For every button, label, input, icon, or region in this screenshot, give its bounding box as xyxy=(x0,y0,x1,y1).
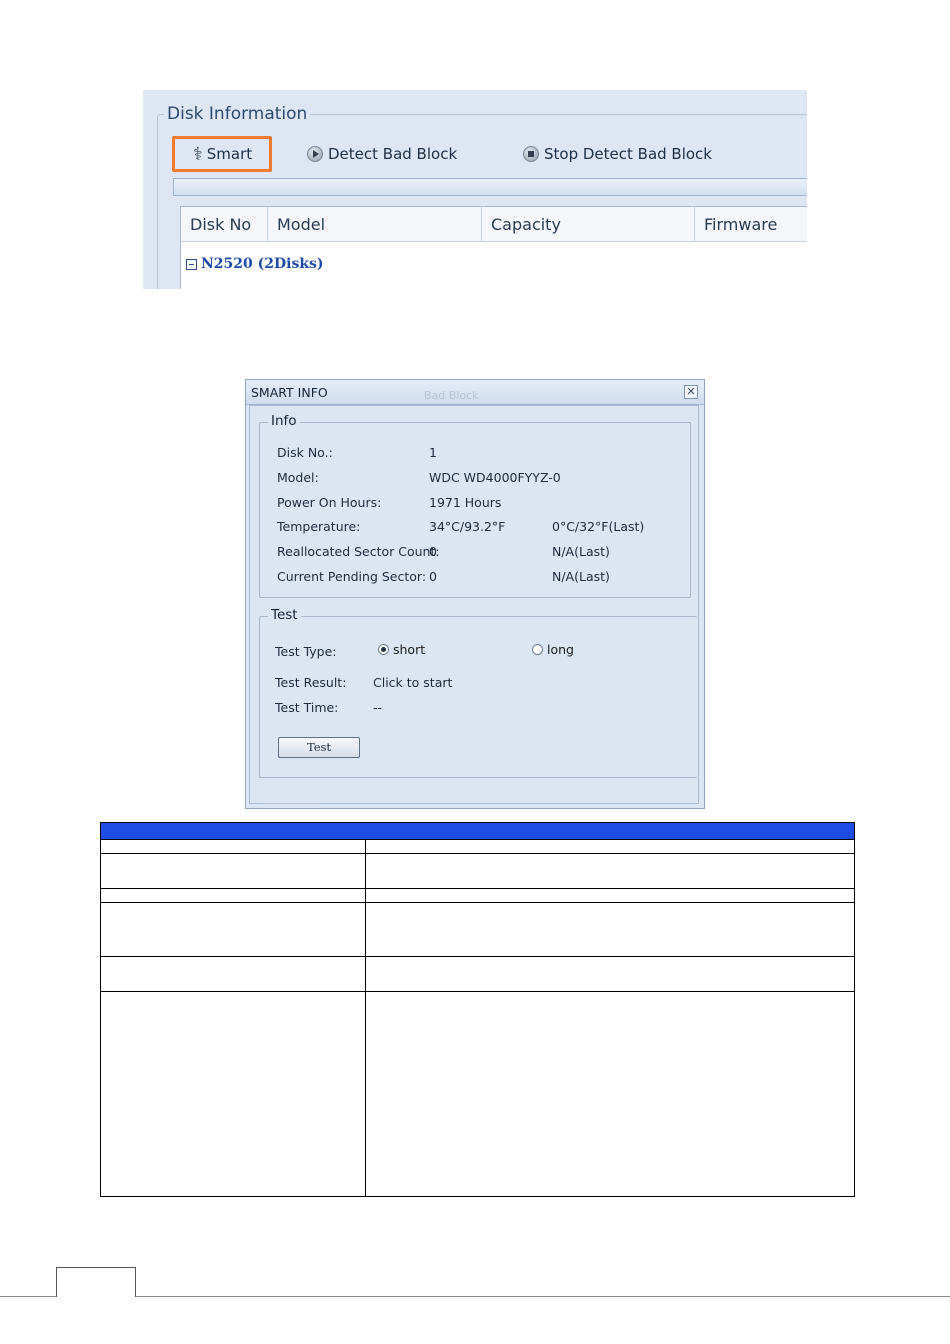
info-value: WDC WD4000FYYZ-0 xyxy=(429,470,561,485)
info-value: 0 xyxy=(429,569,437,584)
info-label: Reallocated Sector Count: xyxy=(277,544,440,559)
column-model[interactable]: Model xyxy=(268,207,482,241)
test-section: Test Test Type: short long Test Result: … xyxy=(259,607,697,778)
info-label: Model: xyxy=(277,470,319,485)
column-capacity[interactable]: Capacity xyxy=(482,207,695,241)
disk-toolbar: ⚕ Smart Detect Bad Block Stop Detect Bad… xyxy=(171,136,807,172)
info-label: Current Pending Sector: xyxy=(277,569,427,584)
test-time-label: Test Time: xyxy=(275,700,339,715)
radio-long-label: long xyxy=(547,642,574,657)
dialog-footer-stub xyxy=(265,803,320,808)
radio-long[interactable]: long xyxy=(532,642,574,657)
radio-long-indicator[interactable] xyxy=(532,644,543,655)
disk-grid: Disk No Model Capacity Firmware N2520 (2… xyxy=(180,206,807,289)
grid-header: Disk No Model Capacity Firmware xyxy=(181,207,807,242)
description-table xyxy=(100,822,855,1197)
table-row xyxy=(101,957,854,992)
detect-bad-block-label: Detect Bad Block xyxy=(328,145,458,163)
close-icon[interactable]: ✕ xyxy=(684,385,698,399)
detect-bad-block-button[interactable]: Detect Bad Block xyxy=(307,136,457,172)
collapse-icon[interactable] xyxy=(186,258,197,270)
info-last-value: N/A(Last) xyxy=(552,544,610,559)
panel-title: Disk Information xyxy=(167,104,308,124)
smart-button-label: Smart xyxy=(206,145,253,163)
info-label: Temperature: xyxy=(277,519,361,534)
info-label: Disk No.: xyxy=(277,445,333,460)
footer-rule xyxy=(0,1296,950,1297)
smart-button[interactable]: ⚕ Smart xyxy=(172,136,272,172)
test-type-label: Test Type: xyxy=(275,644,337,659)
test-legend: Test xyxy=(268,607,301,623)
info-legend: Info xyxy=(268,413,300,429)
page-number-tab xyxy=(56,1267,136,1297)
test-button[interactable]: Test xyxy=(278,737,360,758)
info-value: 34°C/93.2°F xyxy=(429,519,506,534)
tab-strip xyxy=(173,178,807,196)
info-value: 1971 Hours xyxy=(429,495,502,510)
play-icon xyxy=(307,146,323,162)
test-time-value: -- xyxy=(373,700,383,715)
column-disk-no[interactable]: Disk No xyxy=(181,207,268,241)
stop-icon xyxy=(523,146,539,162)
group-row[interactable]: N2520 (2Disks) xyxy=(186,256,324,272)
info-value: 1 xyxy=(429,445,437,460)
test-result-value: Click to start xyxy=(373,675,453,690)
stop-detect-bad-block-label: Stop Detect Bad Block xyxy=(544,145,712,163)
table-row xyxy=(101,839,854,854)
info-last-value: 0°C/32°F(Last) xyxy=(552,519,645,534)
info-last-value: N/A(Last) xyxy=(552,569,610,584)
info-value: 0 xyxy=(429,544,437,559)
dialog-body: Info Disk No.: 1 Model: WDC WD4000FYYZ-0… xyxy=(249,405,699,804)
test-result-label: Test Result: xyxy=(275,675,347,690)
column-firmware[interactable]: Firmware xyxy=(695,207,807,241)
radio-short-indicator[interactable] xyxy=(378,644,389,655)
radio-short[interactable]: short xyxy=(378,642,425,657)
info-label: Power On Hours: xyxy=(277,495,382,510)
group-label: N2520 (2Disks) xyxy=(201,256,324,272)
smart-info-dialog: SMART INFO Bad Block ✕ Info Disk No.: 1 … xyxy=(245,379,705,809)
table-row xyxy=(101,889,854,903)
stethoscope-icon: ⚕ xyxy=(193,143,203,165)
disk-information-screenshot: Disk Information ⚕ Smart Detect Bad Bloc… xyxy=(143,90,807,289)
table-header xyxy=(101,823,854,840)
dialog-title-bar[interactable]: SMART INFO Bad Block ✕ xyxy=(246,380,704,405)
table-row xyxy=(101,854,854,889)
background-text: Bad Block xyxy=(424,389,479,402)
stop-detect-bad-block-button[interactable]: Stop Detect Bad Block xyxy=(523,136,712,172)
dialog-title: SMART INFO xyxy=(251,385,328,400)
info-section: Info Disk No.: 1 Model: WDC WD4000FYYZ-0… xyxy=(259,413,691,598)
radio-short-label: short xyxy=(393,642,426,657)
table-row xyxy=(101,903,854,957)
test-section-bottom-border xyxy=(259,777,693,778)
